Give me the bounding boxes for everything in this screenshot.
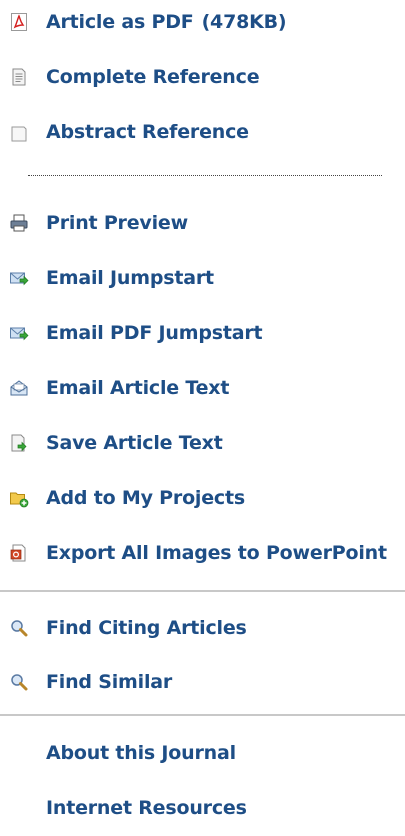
save-article-text-link[interactable]: Save Article Text	[0, 425, 250, 461]
internet-resources-link[interactable]: Internet Resources	[0, 790, 260, 826]
save-document-icon	[9, 433, 29, 453]
about-this-journal-link[interactable]: About this Journal	[0, 735, 260, 771]
add-to-my-projects-label: Add to My Projects	[46, 487, 245, 509]
email-article-text-link[interactable]: Email Article Text	[0, 370, 260, 406]
dotted-divider	[28, 175, 382, 176]
abstract-reference-label: Abstract Reference	[46, 121, 249, 143]
article-as-pdf-label: Article as PDF (478KB)	[46, 11, 287, 33]
about-this-journal-label: About this Journal	[46, 742, 236, 764]
internet-resources-label: Internet Resources	[46, 797, 247, 819]
section-divider-1	[0, 590, 405, 592]
printer-icon	[9, 213, 29, 233]
email-article-text-label: Email Article Text	[46, 377, 230, 399]
complete-reference-link[interactable]: Complete Reference	[0, 59, 280, 95]
find-citing-articles-link[interactable]: Find Citing Articles	[0, 610, 270, 646]
email-pdf-jumpstart-label: Email PDF Jumpstart	[46, 322, 263, 344]
email-jumpstart-label: Email Jumpstart	[46, 267, 214, 289]
print-preview-label: Print Preview	[46, 212, 188, 234]
pdf-size: (478KB)	[201, 11, 287, 33]
complete-reference-label: Complete Reference	[46, 66, 260, 88]
find-similar-label: Find Similar	[46, 671, 173, 693]
email-forward-icon	[9, 268, 29, 288]
pdf-icon	[9, 12, 29, 32]
print-preview-link[interactable]: Print Preview	[0, 205, 220, 241]
magnifier-icon	[9, 618, 29, 638]
save-article-text-label: Save Article Text	[46, 432, 223, 454]
add-to-my-projects-link[interactable]: Add to My Projects	[0, 480, 270, 516]
magnifier-icon	[9, 672, 29, 692]
export-images-powerpoint-label: Export All Images to PowerPoint	[46, 542, 387, 564]
email-jumpstart-link[interactable]: Email Jumpstart	[0, 260, 240, 296]
document-icon	[9, 67, 29, 87]
blank-document-icon	[9, 122, 29, 142]
find-similar-link[interactable]: Find Similar	[0, 664, 200, 700]
powerpoint-icon	[9, 543, 29, 563]
export-images-powerpoint-link[interactable]: Export All Images to PowerPoint	[0, 535, 390, 571]
find-citing-articles-label: Find Citing Articles	[46, 617, 247, 639]
open-envelope-icon	[9, 378, 29, 398]
folder-add-icon	[9, 488, 29, 508]
section-divider-2	[0, 714, 405, 716]
email-pdf-jumpstart-link[interactable]: Email PDF Jumpstart	[0, 315, 280, 351]
article-as-pdf-link[interactable]: Article as PDF (478KB)	[0, 4, 300, 40]
abstract-reference-link[interactable]: Abstract Reference	[0, 114, 280, 150]
email-forward-icon	[9, 323, 29, 343]
